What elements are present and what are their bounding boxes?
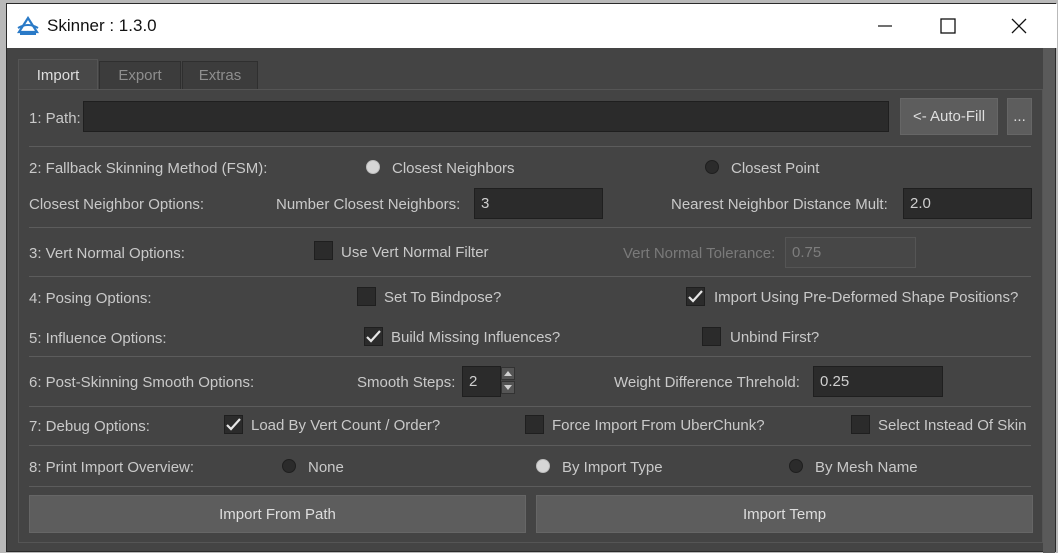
- tab-extras[interactable]: Extras: [182, 61, 258, 89]
- skinner-window: Skinner : 1.3.0 Import Export Extras 1: …: [6, 3, 1057, 553]
- import-temp-button[interactable]: Import Temp: [536, 495, 1033, 533]
- overview-none-label: None: [308, 459, 344, 476]
- main-area: Import Export Extras 1: Path: <- Auto-Fi…: [18, 59, 1043, 546]
- separator: [29, 276, 1031, 277]
- vertnormal-tolerance-input[interactable]: 0.75: [785, 237, 916, 268]
- maximize-icon: [940, 18, 956, 34]
- fsm-label: 2: Fallback Skinning Method (FSM):: [29, 160, 268, 177]
- separator: [29, 486, 1031, 487]
- overview-import-type-radio[interactable]: [536, 459, 550, 473]
- weight-threshold-label: Weight Difference Threhold:: [614, 374, 800, 391]
- posing-label: 4: Posing Options:: [29, 290, 152, 307]
- smooth-label: 6: Post-Skinning Smooth Options:: [29, 374, 255, 391]
- chevron-up-icon: [504, 371, 512, 376]
- vertcount-label: Load By Vert Count / Order?: [251, 417, 441, 434]
- overview-mesh-name-label: By Mesh Name: [815, 459, 918, 476]
- vertnormal-label: 3: Vert Normal Options:: [29, 245, 185, 262]
- predeformed-checkbox[interactable]: [686, 287, 705, 306]
- title-bar: Skinner : 1.3.0: [7, 4, 1057, 48]
- influence-label: 5: Influence Options:: [29, 330, 167, 347]
- neighbor-distance-input[interactable]: 2.0: [903, 188, 1032, 219]
- uberchunk-label: Force Import From UberChunk?: [552, 417, 765, 434]
- unbind-first-checkbox[interactable]: [702, 327, 721, 346]
- debug-label: 7: Debug Options:: [29, 418, 150, 435]
- minimize-button[interactable]: [862, 4, 908, 48]
- neighbor-count-input[interactable]: 3: [474, 188, 603, 219]
- separator: [29, 356, 1031, 357]
- smooth-steps-up-button[interactable]: [501, 367, 515, 380]
- predeformed-label: Import Using Pre-Deformed Shape Position…: [714, 289, 1019, 306]
- overview-mesh-name-radio[interactable]: [789, 459, 803, 473]
- smooth-steps-down-button[interactable]: [501, 381, 515, 394]
- select-instead-label: Select Instead Of Skin: [878, 417, 1027, 434]
- import-panel: 1: Path: <- Auto-Fill ... 2: Fallback Sk…: [18, 89, 1043, 543]
- chevron-down-icon: [504, 385, 512, 390]
- minimize-icon: [878, 25, 892, 27]
- close-icon: [1011, 18, 1027, 34]
- neighbor-options-label: Closest Neighbor Options:: [29, 196, 205, 213]
- fsm-closest-neighbors-radio[interactable]: [366, 160, 380, 174]
- checkmark-icon: [366, 330, 381, 343]
- select-instead-checkbox[interactable]: [851, 415, 870, 434]
- vertnormal-filter-label: Use Vert Normal Filter: [341, 244, 489, 261]
- import-from-path-button[interactable]: Import From Path: [29, 495, 526, 533]
- smooth-steps-label: Smooth Steps:: [357, 374, 456, 391]
- overview-label: 8: Print Import Overview:: [29, 459, 195, 476]
- neighbor-count-label: Number Closest Neighbors:: [276, 196, 461, 213]
- bindpose-label: Set To Bindpose?: [384, 289, 502, 306]
- overview-import-type-label: By Import Type: [562, 459, 663, 476]
- window-title: Skinner : 1.3.0: [47, 16, 157, 35]
- checkmark-icon: [688, 290, 703, 303]
- tab-export[interactable]: Export: [99, 61, 181, 89]
- fsm-closest-neighbors-label: Closest Neighbors: [392, 160, 515, 177]
- tab-import[interactable]: Import: [18, 59, 98, 90]
- uberchunk-checkbox[interactable]: [525, 415, 544, 434]
- separator: [29, 406, 1031, 407]
- bindpose-checkbox[interactable]: [357, 287, 376, 306]
- vertnormal-tolerance-label: Vert Normal Tolerance:: [623, 245, 776, 262]
- app-logo-icon: [17, 16, 39, 35]
- maximize-button[interactable]: [925, 4, 971, 48]
- build-influences-label: Build Missing Influences?: [391, 329, 561, 346]
- unbind-first-label: Unbind First?: [730, 329, 820, 346]
- separator: [29, 227, 1031, 228]
- browse-button[interactable]: ...: [1007, 98, 1032, 135]
- vertnormal-filter-checkbox[interactable]: [314, 241, 333, 260]
- close-button[interactable]: [996, 4, 1042, 48]
- path-input[interactable]: [83, 101, 889, 132]
- smooth-steps-input[interactable]: 2: [462, 366, 501, 397]
- build-influences-checkbox[interactable]: [364, 327, 383, 346]
- fsm-closest-point-radio[interactable]: [705, 160, 719, 174]
- separator: [29, 146, 1031, 147]
- vertcount-checkbox[interactable]: [224, 415, 243, 434]
- autofill-button[interactable]: <- Auto-Fill: [900, 98, 998, 135]
- neighbor-distance-label: Nearest Neighbor Distance Mult:: [671, 196, 888, 213]
- fsm-closest-point-label: Closest Point: [731, 160, 820, 177]
- overview-none-radio[interactable]: [282, 459, 296, 473]
- checkmark-icon: [226, 418, 241, 431]
- right-edge-strip: [1043, 48, 1055, 553]
- separator: [29, 445, 1031, 446]
- weight-threshold-input[interactable]: 0.25: [813, 366, 943, 397]
- path-label: 1: Path:: [29, 110, 81, 127]
